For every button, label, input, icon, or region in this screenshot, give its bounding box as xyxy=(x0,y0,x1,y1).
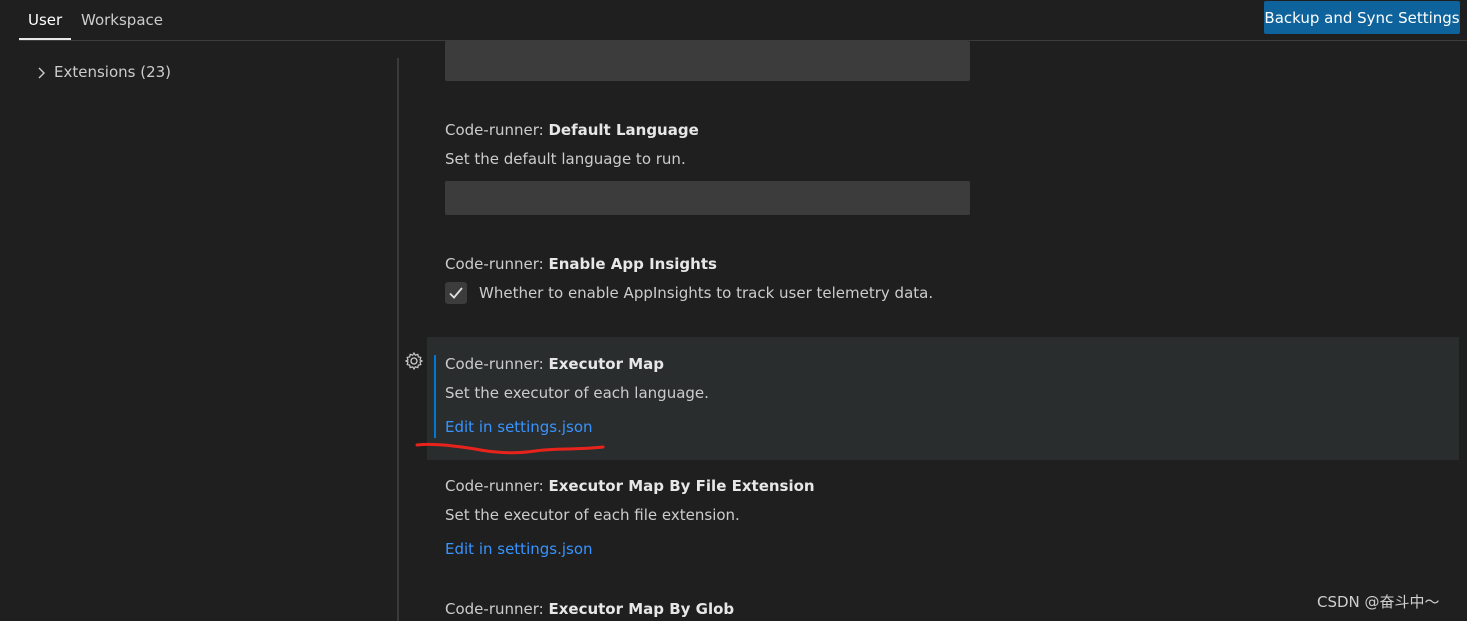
red-underline-annotation xyxy=(415,442,605,455)
setting-category: Code-runner: xyxy=(445,477,549,495)
app-insights-checkbox[interactable] xyxy=(445,282,467,304)
setting-name: Executor Map By Glob xyxy=(548,600,735,618)
toc-item-extensions[interactable]: Extensions (23) xyxy=(36,58,171,86)
setting-title: Code-runner: Executor Map By Glob xyxy=(445,600,734,618)
previous-setting-input[interactable] xyxy=(445,41,970,81)
gear-icon xyxy=(404,351,424,371)
setting-gear-icon[interactable] xyxy=(404,351,424,375)
edit-in-settings-json-link[interactable]: Edit in settings.json xyxy=(445,540,593,558)
backup-and-sync-button[interactable]: Backup and Sync Settings xyxy=(1264,1,1460,34)
check-icon xyxy=(449,287,463,299)
settings-list: Code-runner: Default Language Set the de… xyxy=(399,41,1467,621)
setting-category: Code-runner: xyxy=(445,355,549,373)
setting-name: Default Language xyxy=(548,121,699,139)
chevron-right-icon xyxy=(38,67,45,78)
setting-title: Code-runner: Executor Map By File Extens… xyxy=(445,477,815,495)
setting-category: Code-runner: xyxy=(445,121,549,139)
tab-workspace[interactable]: Workspace xyxy=(81,0,163,40)
setting-description: Set the default language to run. xyxy=(445,150,686,168)
setting-category: Code-runner: xyxy=(445,255,549,273)
setting-title: Code-runner: Default Language xyxy=(445,121,699,139)
setting-name: Enable App Insights xyxy=(548,255,717,273)
setting-title: Code-runner: Enable App Insights xyxy=(445,255,717,273)
setting-description: Set the executor of each language. xyxy=(445,384,709,402)
tab-user[interactable]: User xyxy=(28,0,62,40)
default-language-input[interactable] xyxy=(445,181,970,215)
focus-indicator xyxy=(434,355,436,438)
setting-name: Executor Map By File Extension xyxy=(548,477,815,495)
settings-scope-tabs: User Workspace xyxy=(0,0,1467,41)
edit-in-settings-json-link[interactable]: Edit in settings.json xyxy=(445,418,593,436)
watermark: CSDN @奋斗中～ xyxy=(1317,593,1440,611)
setting-description: Whether to enable AppInsights to track u… xyxy=(479,284,934,302)
setting-title: Code-runner: Executor Map xyxy=(445,355,664,373)
setting-description: Set the executor of each file extension. xyxy=(445,506,740,524)
toc-item-label: Extensions (23) xyxy=(54,63,172,81)
setting-category: Code-runner: xyxy=(445,600,549,618)
setting-name: Executor Map xyxy=(548,355,665,373)
